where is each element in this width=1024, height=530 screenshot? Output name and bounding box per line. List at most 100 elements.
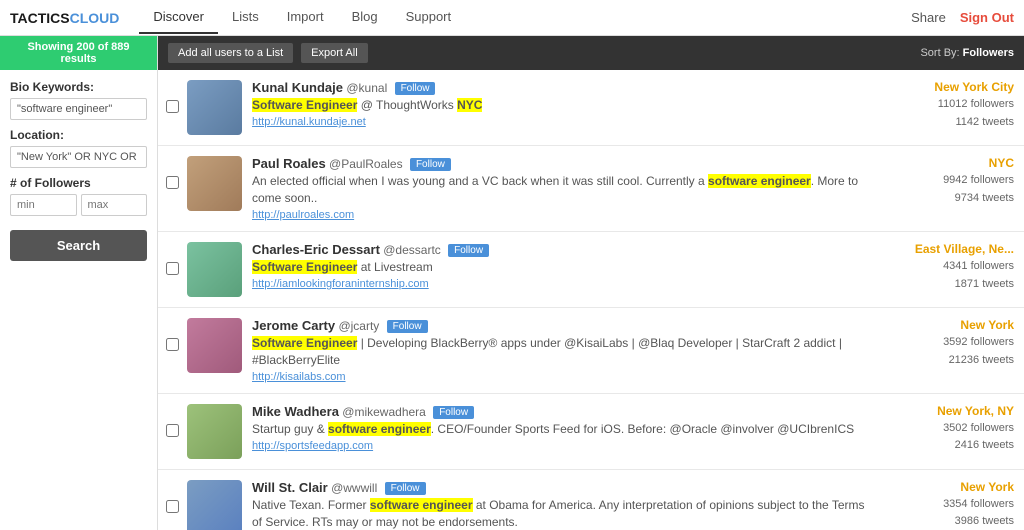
- sign-out-link[interactable]: Sign Out: [960, 10, 1014, 25]
- row-header: Mike Wadhera @mikewadhera Follow: [252, 404, 874, 419]
- sidebar: Showing 200 of 889 results Bio Keywords:…: [0, 36, 158, 530]
- share-link[interactable]: Share: [911, 10, 946, 25]
- user-stats: 3592 followers21236 tweets: [874, 334, 1014, 369]
- layout: Showing 200 of 889 results Bio Keywords:…: [0, 36, 1024, 530]
- row-checkbox[interactable]: [166, 176, 179, 189]
- user-handle: @mikewadhera: [342, 405, 426, 419]
- row-header: Will St. Clair @wwwill Follow: [252, 480, 874, 495]
- user-bio: Software Engineer @ ThoughtWorks NYC: [252, 97, 874, 114]
- row-checkbox[interactable]: [166, 262, 179, 275]
- user-handle: @wwwill: [331, 481, 377, 495]
- bio-keywords-input[interactable]: [10, 98, 147, 120]
- top-nav: TACTICSCLOUD Discover Lists Import Blog …: [0, 0, 1024, 36]
- row-header: Jerome Carty @jcarty Follow: [252, 318, 874, 333]
- user-name: Paul Roales: [252, 156, 326, 171]
- row-checkbox[interactable]: [166, 338, 179, 351]
- row-location: East Village, Ne... 4341 followers1871 t…: [874, 242, 1014, 293]
- row-info: Kunal Kundaje @kunal Follow Software Eng…: [252, 80, 874, 128]
- user-handle: @jcarty: [338, 319, 379, 333]
- row-checkbox[interactable]: [166, 500, 179, 513]
- row-info: Jerome Carty @jcarty Follow Software Eng…: [252, 318, 874, 383]
- nav-right: Share Sign Out: [911, 10, 1014, 25]
- user-handle: @kunal: [346, 81, 387, 95]
- user-bio: Native Texan. Former software engineer a…: [252, 497, 874, 530]
- user-stats: 9942 followers9734 tweets: [874, 172, 1014, 207]
- nav-blog[interactable]: Blog: [338, 1, 392, 34]
- sort-value[interactable]: Followers: [963, 47, 1014, 59]
- table-row: Will St. Clair @wwwill Follow Native Tex…: [158, 470, 1024, 530]
- user-stats: 3354 followers3986 tweets: [874, 496, 1014, 530]
- profile-link[interactable]: http://iamlookingforaninternship.com: [252, 278, 874, 290]
- followers-max-input[interactable]: [81, 194, 148, 216]
- follow-badge[interactable]: Follow: [433, 406, 474, 419]
- table-row: Paul Roales @PaulRoales Follow An electe…: [158, 146, 1024, 232]
- row-header: Kunal Kundaje @kunal Follow: [252, 80, 874, 95]
- follow-badge[interactable]: Follow: [410, 158, 451, 171]
- avatar: [187, 480, 242, 530]
- user-name: Jerome Carty: [252, 318, 335, 333]
- row-header: Paul Roales @PaulRoales Follow: [252, 156, 874, 171]
- user-bio: Software Engineer at Livestream: [252, 259, 874, 276]
- row-location: NYC 9942 followers9734 tweets: [874, 156, 1014, 207]
- avatar: [187, 242, 242, 297]
- search-button[interactable]: Search: [10, 230, 147, 261]
- user-handle: @PaulRoales: [329, 157, 403, 171]
- row-header: Charles-Eric Dessart @dessartc Follow: [252, 242, 874, 257]
- user-city: New York: [874, 480, 1014, 494]
- followers-label: # of Followers: [10, 176, 147, 190]
- nav-discover[interactable]: Discover: [139, 1, 218, 34]
- avatar: [187, 404, 242, 459]
- row-info: Mike Wadhera @mikewadhera Follow Startup…: [252, 404, 874, 452]
- user-city: East Village, Ne...: [874, 242, 1014, 256]
- avatar: [187, 80, 242, 135]
- add-users-button[interactable]: Add all users to a List: [168, 43, 293, 63]
- location-label: Location:: [10, 128, 147, 142]
- followers-range: [10, 194, 147, 216]
- sort-label: Sort By: Followers: [920, 47, 1014, 59]
- location-input[interactable]: [10, 146, 147, 168]
- user-handle: @dessartc: [383, 243, 441, 257]
- nav-support[interactable]: Support: [392, 1, 466, 34]
- user-city: NYC: [874, 156, 1014, 170]
- avatar: [187, 318, 242, 373]
- user-name: Kunal Kundaje: [252, 80, 343, 95]
- user-name: Will St. Clair: [252, 480, 328, 495]
- nav-lists[interactable]: Lists: [218, 1, 273, 34]
- profile-link[interactable]: http://kisailabs.com: [252, 371, 874, 383]
- table-row: Kunal Kundaje @kunal Follow Software Eng…: [158, 70, 1024, 146]
- follow-badge[interactable]: Follow: [387, 320, 428, 333]
- status-badge: Showing 200 of 889 results: [0, 36, 157, 70]
- follow-badge[interactable]: Follow: [385, 482, 426, 495]
- row-checkbox[interactable]: [166, 424, 179, 437]
- user-bio: Software Engineer | Developing BlackBerr…: [252, 335, 874, 369]
- row-location: New York, NY 3502 followers2416 tweets: [874, 404, 1014, 455]
- logo: TACTICSCLOUD: [10, 10, 119, 26]
- bio-keywords-label: Bio Keywords:: [10, 80, 147, 94]
- user-city: New York, NY: [874, 404, 1014, 418]
- row-info: Charles-Eric Dessart @dessartc Follow So…: [252, 242, 874, 290]
- nav-links: Discover Lists Import Blog Support: [139, 1, 911, 34]
- row-location: New York 3354 followers3986 tweets: [874, 480, 1014, 530]
- row-checkbox[interactable]: [166, 100, 179, 113]
- table-row: Mike Wadhera @mikewadhera Follow Startup…: [158, 394, 1024, 470]
- main-content: Add all users to a List Export All Sort …: [158, 36, 1024, 530]
- table-row: Jerome Carty @jcarty Follow Software Eng…: [158, 308, 1024, 394]
- user-name: Mike Wadhera: [252, 404, 339, 419]
- user-stats: 3502 followers2416 tweets: [874, 420, 1014, 455]
- user-bio: Startup guy & software engineer. CEO/Fou…: [252, 421, 874, 438]
- toolbar: Add all users to a List Export All Sort …: [158, 36, 1024, 70]
- followers-min-input[interactable]: [10, 194, 77, 216]
- results-list: Kunal Kundaje @kunal Follow Software Eng…: [158, 70, 1024, 530]
- user-stats: 11012 followers1142 tweets: [874, 96, 1014, 131]
- follow-badge[interactable]: Follow: [395, 82, 436, 95]
- nav-import[interactable]: Import: [273, 1, 338, 34]
- profile-link[interactable]: http://paulroales.com: [252, 209, 874, 221]
- avatar: [187, 156, 242, 211]
- row-info: Paul Roales @PaulRoales Follow An electe…: [252, 156, 874, 221]
- table-row: Charles-Eric Dessart @dessartc Follow So…: [158, 232, 1024, 308]
- export-button[interactable]: Export All: [301, 43, 367, 63]
- follow-badge[interactable]: Follow: [448, 244, 489, 257]
- profile-link[interactable]: http://kunal.kundaje.net: [252, 116, 874, 128]
- row-location: New York 3592 followers21236 tweets: [874, 318, 1014, 369]
- profile-link[interactable]: http://sportsfeedapp.com: [252, 440, 874, 452]
